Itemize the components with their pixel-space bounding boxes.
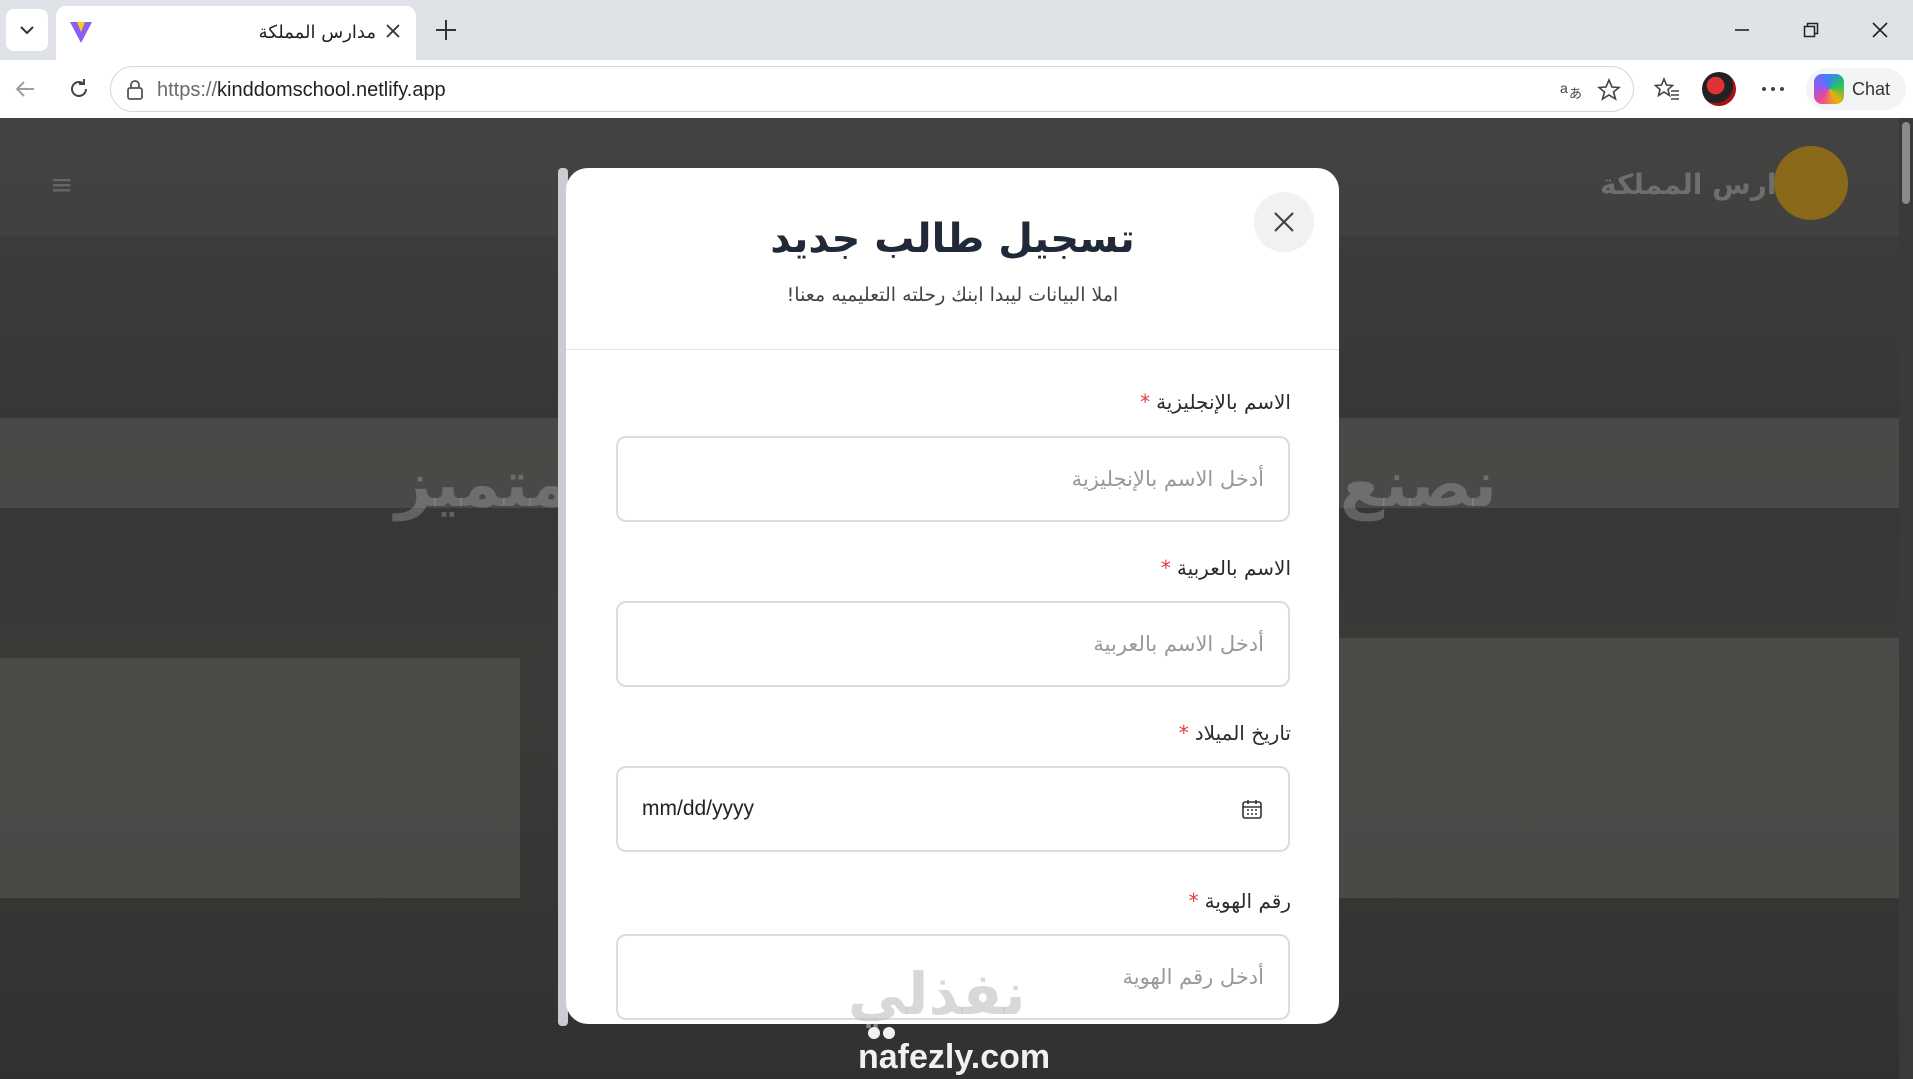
label-text: الاسم بالإنجليزية [1156,390,1291,414]
required-mark: * [1188,889,1199,913]
favorite-star-icon[interactable] [1595,76,1623,104]
placeholder-text: أدخل الاسم بالإنجليزية [1071,467,1264,491]
more-icon [1762,87,1784,91]
back-button[interactable] [6,70,44,108]
copilot-icon [1814,74,1844,104]
scrollbar-thumb[interactable] [1902,122,1910,204]
refresh-icon [71,79,87,97]
copilot-chat-button[interactable]: Chat [1806,68,1906,110]
background-hero-text: نصنع [1340,448,1497,522]
vite-favicon-icon [70,22,92,43]
minimize-button[interactable] [1718,8,1766,52]
close-window-button[interactable] [1856,8,1904,52]
placeholder-text: أدخل الاسم بالعربية [1093,632,1264,656]
tab-list-button[interactable] [6,9,48,51]
background-shape [0,658,520,898]
browser-toolbar: https://kinddomschool.netlify.app aあ Cha… [0,60,1913,118]
avatar [1702,72,1736,106]
date-value: mm/dd/yyyy [642,797,755,820]
background-shape [1330,638,1900,898]
birth-date-input[interactable]: mm/dd/yyyy [616,766,1290,852]
favorites-icon [1654,77,1679,100]
close-tab-icon[interactable] [380,18,406,44]
browser-tab-bar: مدارس المملكة [0,0,1913,60]
url-text: https://kinddomschool.netlify.app [157,79,446,101]
svg-text:あ: あ [1569,87,1582,101]
restore-button[interactable] [1787,8,1835,52]
watermark-arabic: نفذلي [848,960,1026,1028]
background-menu-icon: ≡ [50,168,74,201]
modal-title: تسجيل طالب جديد [770,216,1135,262]
label-text: تاريخ الميلاد [1194,721,1291,745]
english-name-label: الاسم بالإنجليزية* [1140,390,1291,414]
required-mark: * [1140,390,1151,414]
background-hero-text: متميز [395,448,570,522]
minimize-icon [1735,29,1749,31]
registration-modal: تسجيل طالب جديد املا البيانات ليبدا ابنك… [566,168,1339,1024]
arrow-left-icon [15,81,34,97]
placeholder-text: أدخل رقم الهوية [1122,965,1264,989]
address-bar[interactable]: https://kinddomschool.netlify.app aあ [110,66,1634,112]
close-icon [1872,22,1888,38]
english-name-input[interactable]: أدخل الاسم بالإنجليزية [616,436,1290,522]
refresh-button[interactable] [60,70,98,108]
watermark-dots [868,1024,898,1039]
required-mark: * [1178,721,1189,745]
calendar-icon[interactable] [1240,797,1264,821]
svg-text:a: a [1560,80,1568,96]
chevron-down-icon [20,26,34,35]
translate-icon[interactable]: aあ [1557,76,1585,104]
restore-icon [1803,22,1819,38]
tab-title: مدارس المملكة [258,22,376,43]
watermark-latin: nafezly.com [858,1038,1051,1076]
modal-header: تسجيل طالب جديد املا البيانات ليبدا ابنك… [566,168,1339,350]
page-scrollbar[interactable] [1899,118,1913,1079]
arabic-name-input[interactable]: أدخل الاسم بالعربية [616,601,1290,687]
background-logo [1774,146,1848,220]
profile-button[interactable] [1700,70,1738,108]
birth-date-label: تاريخ الميلاد* [1179,721,1291,745]
required-mark: * [1160,556,1171,580]
lock-icon [127,80,143,100]
modal-subtitle: املا البيانات ليبدا ابنك رحلته التعليميه… [786,284,1119,306]
plus-icon [436,20,456,40]
favorites-button[interactable] [1648,70,1686,108]
chat-label: Chat [1852,78,1891,99]
label-text: الاسم بالعربية [1176,556,1291,580]
more-menu-button[interactable] [1754,70,1792,108]
id-number-label: رقم الهوية* [1189,889,1291,913]
browser-tab[interactable]: مدارس المملكة [56,6,416,60]
label-text: رقم الهوية [1204,889,1291,913]
arabic-name-label: الاسم بالعربية* [1161,556,1291,580]
new-tab-button[interactable] [428,12,464,48]
